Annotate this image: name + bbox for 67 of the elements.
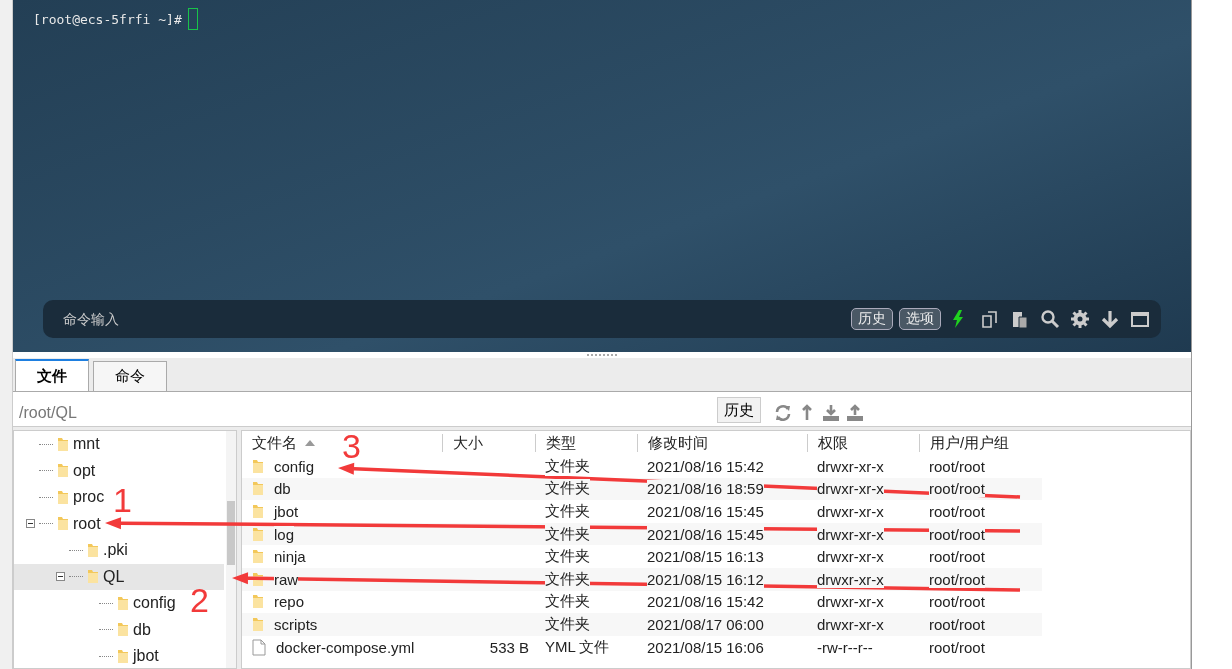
permissions: drwxr-xr-x xyxy=(817,525,884,543)
collapse-icon[interactable] xyxy=(56,572,65,582)
folder-icon xyxy=(117,648,129,664)
options-button[interactable]: 选项 xyxy=(899,308,941,330)
annotation-number: 2 xyxy=(190,581,209,619)
shell-prompt: [root@ecs-5frfi ~]# xyxy=(33,11,182,27)
file-icon xyxy=(252,638,266,656)
folder-icon xyxy=(252,571,264,587)
file-type: 文件夹 xyxy=(545,456,590,476)
file-type: 文件夹 xyxy=(545,524,590,544)
folder-icon xyxy=(87,542,99,558)
column-header[interactable]: 用户/用户组 xyxy=(930,433,1010,453)
tree-item[interactable]: QL xyxy=(103,567,125,586)
folder-icon xyxy=(57,436,69,452)
download-icon[interactable] xyxy=(821,403,841,423)
column-header[interactable]: 大小 xyxy=(453,433,483,453)
settings-icon[interactable] xyxy=(1070,309,1090,329)
permissions: drwxr-xr-x xyxy=(817,503,884,520)
file-type: 文件夹 xyxy=(545,569,590,589)
folder-icon xyxy=(57,489,69,505)
down-arrow-icon[interactable] xyxy=(1100,309,1120,329)
sort-icon xyxy=(305,440,315,446)
file-type: YML 文件 xyxy=(545,637,610,657)
modified-time: 2021/08/16 15:45 xyxy=(647,503,764,520)
paste-icon[interactable] xyxy=(1010,309,1030,329)
search-icon[interactable] xyxy=(1040,309,1060,329)
file-name: ninja xyxy=(274,548,306,566)
folder-icon xyxy=(252,549,264,565)
modified-time: 2021/08/16 15:45 xyxy=(647,525,764,543)
scrollbar-thumb[interactable] xyxy=(227,501,235,565)
folder-icon xyxy=(57,463,69,479)
tab[interactable]: 命令 xyxy=(93,361,167,391)
folder-icon xyxy=(117,595,129,611)
cursor xyxy=(187,8,198,30)
owner: root/root xyxy=(929,525,985,543)
tree-item[interactable]: jbot xyxy=(133,647,159,666)
tree-item[interactable]: config xyxy=(133,594,176,613)
column-header[interactable]: 类型 xyxy=(546,433,576,453)
refresh-icon[interactable] xyxy=(773,403,793,423)
column-header[interactable]: 文件名 xyxy=(252,433,297,453)
folder-icon xyxy=(252,616,264,632)
column-header[interactable]: 修改时间 xyxy=(648,433,708,453)
folder-icon xyxy=(252,526,264,542)
folder-icon xyxy=(87,569,99,585)
upload-icon[interactable] xyxy=(845,403,865,423)
history-button[interactable]: 历史 xyxy=(851,308,893,330)
folder-icon xyxy=(57,516,69,532)
file-type: 文件夹 xyxy=(545,502,590,521)
tab[interactable]: 文件 xyxy=(15,359,89,391)
history-button[interactable]: 历史 xyxy=(717,397,761,423)
tree-item[interactable]: .pki xyxy=(103,541,128,560)
copy-icon[interactable] xyxy=(980,309,1000,329)
folder-icon xyxy=(252,458,264,474)
folder-icon xyxy=(117,622,129,638)
owner: root/root xyxy=(929,480,985,498)
annotation-number: 1 xyxy=(113,481,132,519)
folder-icon xyxy=(252,594,264,610)
column-header[interactable]: 权限 xyxy=(818,433,848,453)
window-icon[interactable] xyxy=(1130,309,1150,329)
owner: root/root xyxy=(929,503,985,520)
command-input[interactable]: 命令输入 xyxy=(43,300,851,338)
collapse-icon[interactable] xyxy=(26,519,35,529)
file-name: jbot xyxy=(274,503,299,520)
path-field[interactable]: /root/QL xyxy=(13,392,717,426)
file-type: 文件夹 xyxy=(545,614,590,634)
folder-icon xyxy=(252,504,264,519)
folder-icon xyxy=(252,481,264,497)
